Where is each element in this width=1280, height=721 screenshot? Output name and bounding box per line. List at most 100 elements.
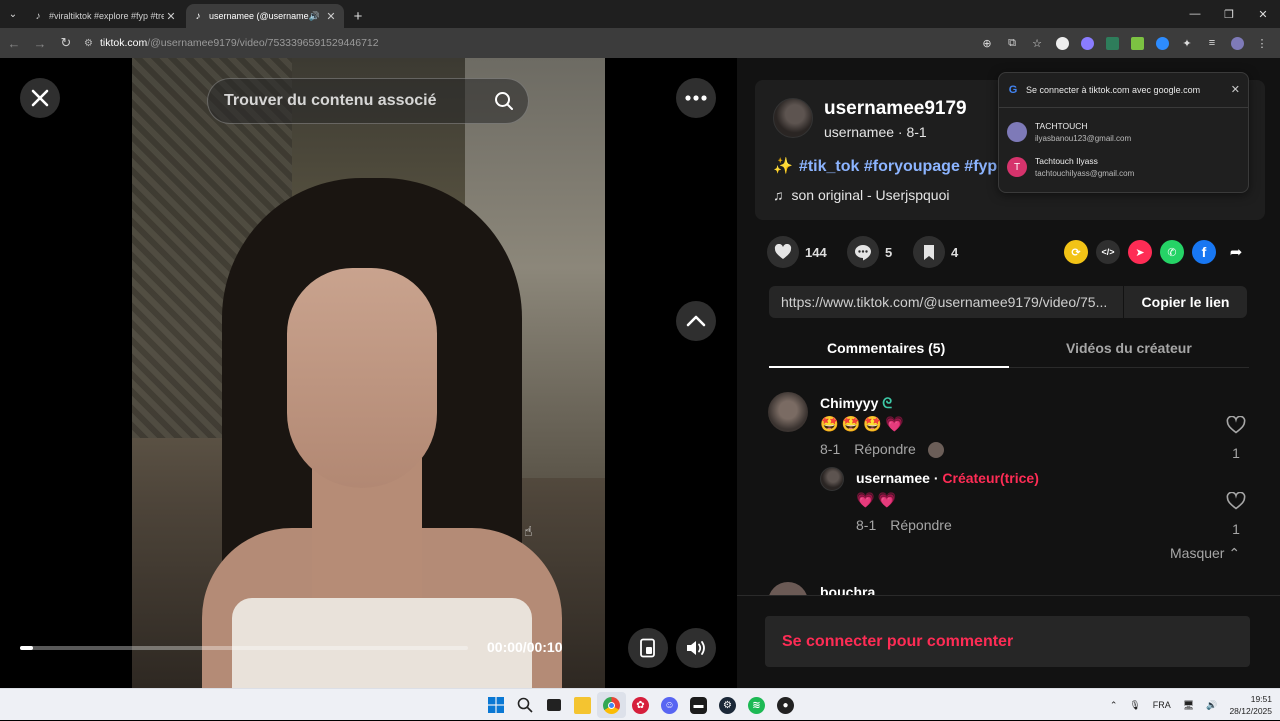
reload-icon[interactable]: ↻ xyxy=(54,31,78,55)
google-account-2[interactable]: T Tachtouch Ilyass tachtouchilyass@gmail… xyxy=(1007,156,1134,178)
replier-name-text[interactable]: usernamee xyxy=(856,470,930,486)
related-search-input[interactable]: Trouver du contenu associé xyxy=(207,78,529,124)
back-icon[interactable]: ← xyxy=(2,31,26,55)
floating-player-button[interactable] xyxy=(628,628,668,668)
network-icon[interactable]: 🖥 xyxy=(1183,700,1194,711)
creator-label: Créateur(trice) xyxy=(942,470,1039,486)
tab-close-icon[interactable]: ✕ xyxy=(164,10,178,23)
previous-video-button[interactable] xyxy=(676,301,716,341)
new-tab-button[interactable]: + xyxy=(346,4,370,28)
steam-icon[interactable]: ⚙ xyxy=(713,692,742,718)
google-logo-icon: G xyxy=(1008,83,1018,96)
replier-avatar[interactable] xyxy=(820,467,844,491)
commenter-avatar[interactable] xyxy=(768,392,808,432)
profile-avatar-icon[interactable] xyxy=(1225,31,1249,55)
tray-chevron-icon[interactable]: ⌃ xyxy=(1110,700,1118,711)
search-icon[interactable] xyxy=(494,91,514,111)
close-video-button[interactable] xyxy=(20,78,60,118)
extension-icon[interactable] xyxy=(1125,31,1149,55)
app-icon[interactable]: ▬ xyxy=(684,692,713,718)
tab-creator-videos[interactable]: Vidéos du créateur xyxy=(1066,340,1192,356)
facebook-icon[interactable]: f xyxy=(1192,240,1216,264)
clock-time: 19:51 xyxy=(1250,694,1272,704)
hide-label[interactable]: Masquer xyxy=(1170,545,1224,561)
chevron-up-icon xyxy=(686,315,706,327)
close-icon xyxy=(31,89,49,107)
login-to-comment-button[interactable]: Se connecter pour commenter xyxy=(765,616,1250,667)
system-clock[interactable]: 19:51 28/12/2025 xyxy=(1229,693,1272,717)
whatsapp-icon[interactable]: ✆ xyxy=(1160,240,1184,264)
microphone-icon[interactable]: 🎙 xyxy=(1129,700,1140,711)
extension-icon[interactable] xyxy=(1075,31,1099,55)
post-hashtags[interactable]: ✨ #tik_tok #foryoupage #fyp xyxy=(773,156,997,176)
start-button[interactable] xyxy=(481,692,510,718)
save-button[interactable]: 4 xyxy=(913,236,958,268)
tab-close-icon[interactable]: ✕ xyxy=(324,10,338,23)
replier-name[interactable]: usernamee · Créateur(trice) xyxy=(856,470,1039,486)
sound-name[interactable]: son original - Userjspquoi xyxy=(792,187,950,203)
reading-list-icon[interactable]: ≡ xyxy=(1200,31,1224,55)
url-field[interactable]: ⚙ tiktok.com/@usernamee9179/video/753339… xyxy=(84,37,379,49)
send-to-friends-icon[interactable]: ➤ xyxy=(1128,240,1152,264)
toolbar-icons: ⊕ ⧉ ☆ ✦ ≡ ⋮ xyxy=(974,31,1274,55)
window-close-icon[interactable]: ✕ xyxy=(1246,0,1280,28)
task-view-icon[interactable] xyxy=(539,692,568,718)
browser-tab-2[interactable]: ♪ usernamee (@usernamee9179 🔊 ✕ xyxy=(186,4,344,28)
minimize-icon[interactable]: — xyxy=(1178,0,1212,28)
comment-button[interactable]: 5 xyxy=(847,236,892,268)
app-icon[interactable]: ● xyxy=(771,692,800,718)
language-indicator[interactable]: FRA xyxy=(1153,700,1171,710)
video-progress-bar[interactable] xyxy=(20,646,468,650)
commenter-name-text[interactable]: Chimyyy xyxy=(820,395,878,411)
post-sound[interactable]: ♫ son original - Userjspquoi xyxy=(773,187,949,203)
embed-code-icon[interactable]: </> xyxy=(1096,240,1120,264)
repost-icon[interactable]: ⟳ xyxy=(1064,240,1088,264)
comment-like-button[interactable]: 1 xyxy=(1224,415,1248,461)
more-options-button[interactable] xyxy=(676,78,716,118)
commenter-name[interactable]: Chimyyy ᘓ xyxy=(820,395,892,412)
cast-icon[interactable]: ⧉ xyxy=(1000,31,1024,55)
video-frame[interactable]: ☝ xyxy=(132,58,605,688)
popup-close-icon[interactable]: ✕ xyxy=(1231,83,1240,96)
divider xyxy=(999,107,1248,108)
restore-icon[interactable]: ❐ xyxy=(1212,0,1246,28)
zoom-icon[interactable]: ⊕ xyxy=(975,31,999,55)
volume-button[interactable] xyxy=(676,628,716,668)
audio-playing-icon[interactable]: 🔊 xyxy=(309,11,320,22)
extension-icon[interactable] xyxy=(1050,31,1074,55)
tab-search-icon[interactable]: ⌄ xyxy=(0,0,26,28)
commenter-avatar[interactable] xyxy=(768,582,808,595)
google-account-1[interactable]: TACHTOUCH ilyasbanou123@gmail.com xyxy=(1007,121,1131,143)
hide-replies-button[interactable]: Masquer ⌃ xyxy=(1170,545,1240,562)
author-username[interactable]: usernamee9179 xyxy=(824,98,967,120)
forward-icon[interactable]: → xyxy=(28,31,52,55)
extensions-puzzle-icon[interactable]: ✦ xyxy=(1175,31,1199,55)
tab-comments[interactable]: Commentaires (5) xyxy=(827,340,945,356)
discord-icon[interactable]: ☺ xyxy=(655,692,684,718)
share-arrow-icon[interactable]: ➦ xyxy=(1224,240,1248,264)
author-avatar[interactable] xyxy=(773,98,813,138)
reply-button[interactable]: Répondre xyxy=(890,517,952,533)
bookmark-star-icon[interactable]: ☆ xyxy=(1025,31,1049,55)
speaker-icon[interactable]: 🔊 xyxy=(1206,700,1217,711)
like-button[interactable]: 144 xyxy=(767,236,827,268)
copy-link-button[interactable]: Copier le lien xyxy=(1123,286,1247,318)
chrome-icon[interactable] xyxy=(597,692,626,718)
site-info-icon[interactable]: ⚙ xyxy=(84,38,93,49)
reply-button[interactable]: Répondre xyxy=(854,441,916,457)
commenter-name[interactable]: bouchra xyxy=(820,584,875,595)
reply-like-button[interactable]: 1 xyxy=(1224,491,1248,537)
extension-icon[interactable] xyxy=(1150,31,1174,55)
file-explorer-icon[interactable] xyxy=(568,692,597,718)
browser-menu-icon[interactable]: ⋮ xyxy=(1250,31,1274,55)
app-icon[interactable]: ✿ xyxy=(626,692,655,718)
video-link-text[interactable]: https://www.tiktok.com/@usernamee9179/vi… xyxy=(769,294,1123,310)
hashtags-text[interactable]: #tik_tok #foryoupage #fyp xyxy=(799,158,997,175)
spotify-icon[interactable]: ≋ xyxy=(742,692,771,718)
browser-tab-1[interactable]: ♪ #viraltiktok #explore #fyp #trend ✕ xyxy=(26,4,184,28)
reply-item: usernamee · Créateur(trice) 💗💗 8-1 Répond… xyxy=(820,467,1248,537)
taskbar-search-icon[interactable] xyxy=(510,692,539,718)
windows-taskbar: ✿ ☺ ▬ ⚙ ≋ ● ⌃ 🎙 FRA 🖥 🔊 19:51 28/12/2025 xyxy=(0,688,1280,720)
volume-icon xyxy=(687,641,705,655)
extension-icon[interactable] xyxy=(1100,31,1124,55)
